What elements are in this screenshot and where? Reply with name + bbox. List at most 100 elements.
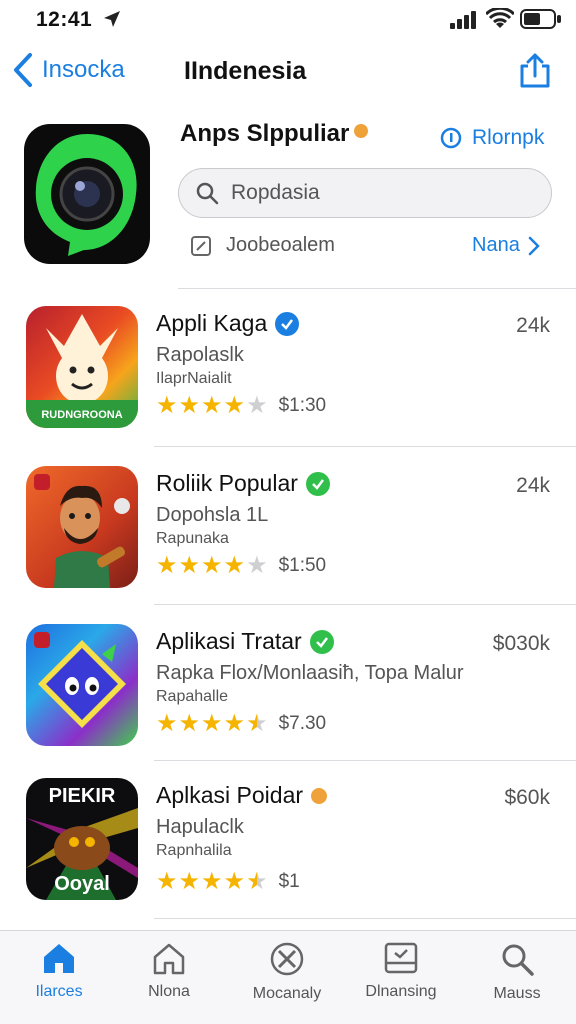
app-row[interactable]: Aplikasi Tratar Rapka Flox/Monlaasiħ, To… <box>0 624 576 774</box>
star-half-icon: ★ <box>246 710 268 737</box>
inbox-check-icon <box>384 942 418 974</box>
badge-dot-icon <box>311 787 328 804</box>
back-label: Insocka <box>42 56 125 83</box>
featured-title: Anps Slppuliar <box>180 120 350 147</box>
app-price: $1:30 <box>278 395 327 416</box>
star-rating: ★ ★ ★ ★ ★ $7.30 <box>156 712 326 736</box>
tab-explore[interactable]: Mocanaly <box>232 941 342 1003</box>
app-icon <box>26 624 138 746</box>
battery-icon <box>520 9 561 29</box>
star-icon: ★ <box>223 710 246 737</box>
chevron-right-icon <box>528 236 540 255</box>
divider <box>154 918 576 919</box>
star-icon: ★ <box>178 710 201 737</box>
tab-updates[interactable]: Dlnansing <box>346 941 456 1001</box>
tab-browse[interactable]: Nlona <box>114 941 224 1001</box>
app-subtitle: Rapolaslk <box>156 344 244 366</box>
app-row[interactable]: PIEKIR Ooyal Aplkasi Poidar Hapulaclk Ra… <box>0 778 576 928</box>
featured-action-button[interactable]: Rlornpk <box>440 126 544 150</box>
compass-icon <box>270 942 304 976</box>
divider <box>178 288 576 289</box>
badge-dot-icon <box>354 124 368 138</box>
app-name-text: Aplikasi Tratar <box>156 628 302 654</box>
tab-label: Mocanaly <box>252 985 322 1002</box>
star-icon: ★ <box>201 710 223 737</box>
star-icon: ★ <box>156 392 178 419</box>
edit-square-icon <box>191 235 211 256</box>
tab-search[interactable]: Mauss <box>462 941 572 1003</box>
featured-action-label: Rlornpk <box>472 126 545 149</box>
tab-label: Dlnansing <box>365 983 437 1000</box>
app-developer: Rapahalle <box>156 688 229 705</box>
featured-link[interactable]: Nana <box>472 234 540 257</box>
chevron-left-icon <box>14 53 32 87</box>
star-icon: ★ <box>201 868 223 895</box>
app-price: $1:50 <box>278 555 327 576</box>
tab-label: Mauss <box>493 985 541 1002</box>
nav-bar: Insocka IIndenesia <box>0 44 576 100</box>
star-icon: ★ <box>156 552 178 579</box>
tab-label: Ilarces <box>35 983 83 1000</box>
star-half-icon: ★ <box>246 868 268 895</box>
back-button[interactable]: Insocka <box>12 52 125 88</box>
app-name: Aplikasi Tratar <box>156 628 334 655</box>
app-icon-caption: RUDNGROONA <box>41 409 122 421</box>
app-name-text: Roliik Popular <box>156 470 298 496</box>
app-subtitle: Rapka Flox/Monlaasiħ, Topa Malur <box>156 662 464 684</box>
app-developer: IlaprNaialit <box>156 370 232 387</box>
tab-label: Nlona <box>148 983 190 1000</box>
page-title: IIndenesia <box>184 57 307 85</box>
verified-check-icon <box>305 471 330 496</box>
app-name: Roliik Popular <box>156 470 330 497</box>
app-row[interactable]: Roliik Popular Dopohsla 1L Rapunaka ★ ★ ★ ★… <box>0 466 576 616</box>
star-icon: ★ <box>201 552 223 579</box>
star-rating: ★ ★ ★ ★ ★ $1:30 <box>156 394 326 418</box>
share-icon[interactable] <box>518 52 552 90</box>
tab-home[interactable]: Ilarces <box>4 941 114 1001</box>
star-icon: ★ <box>178 392 201 419</box>
status-time: 12:41 <box>36 8 93 31</box>
star-icon: ★ <box>178 868 201 895</box>
divider <box>154 604 576 605</box>
tab-bar: Ilarces Nlona Mocanaly Dlnansing Mauss <box>0 930 576 1024</box>
search-icon <box>196 182 219 205</box>
app-icon <box>26 466 138 588</box>
star-icon: ★ <box>156 868 178 895</box>
app-name-text: Appli Kaga <box>156 310 268 336</box>
app-count: 24k <box>516 474 550 497</box>
featured-section: Anps Slppuliar Rlornpk Ropdasia Joobeoal… <box>0 112 576 288</box>
star-rating: ★ ★ ★ ★ ★ $1 <box>156 870 300 894</box>
app-name-text: Aplkasi Poidar <box>156 782 304 808</box>
search-icon <box>502 944 534 976</box>
app-icon: PIEKIR Ooyal <box>26 778 138 900</box>
app-icon-caption: PIEKIR <box>49 785 116 807</box>
divider <box>154 760 576 761</box>
app-row[interactable]: RUDNGROONA Appli Kaga Rapolaslk IlaprNai… <box>0 306 576 456</box>
cellular-signal-icon <box>450 11 476 29</box>
app-price: $7.30 <box>278 713 327 734</box>
star-icon: ★ <box>223 868 246 895</box>
home-icon <box>44 944 74 973</box>
search-input[interactable]: Ropdasia <box>178 168 552 218</box>
star-icon: ★ <box>223 552 246 579</box>
star-empty-icon: ★ <box>246 552 268 579</box>
app-developer: Rapunaka <box>156 530 229 547</box>
app-name: Appli Kaga <box>156 310 300 337</box>
app-count: 24k <box>516 314 550 337</box>
app-name: Aplkasi Poidar <box>156 782 328 809</box>
star-icon: ★ <box>223 392 246 419</box>
featured-row[interactable]: Joobeoalem <box>190 234 335 257</box>
star-empty-icon: ★ <box>246 392 268 419</box>
app-developer: Rapnhalila <box>156 842 232 859</box>
verified-check-icon <box>275 311 300 336</box>
featured-row-label: Joobeoalem <box>226 234 335 256</box>
featured-app-icon[interactable] <box>24 124 150 264</box>
app-count: $030k <box>492 632 550 655</box>
verified-check-icon <box>309 629 334 654</box>
app-icon: RUDNGROONA <box>26 306 138 428</box>
star-rating: ★ ★ ★ ★ ★ $1:50 <box>156 554 326 578</box>
featured-link-label: Nana <box>472 234 520 256</box>
app-icon-caption-2: Ooyal <box>54 873 110 895</box>
star-icon: ★ <box>201 392 223 419</box>
star-icon: ★ <box>178 552 201 579</box>
